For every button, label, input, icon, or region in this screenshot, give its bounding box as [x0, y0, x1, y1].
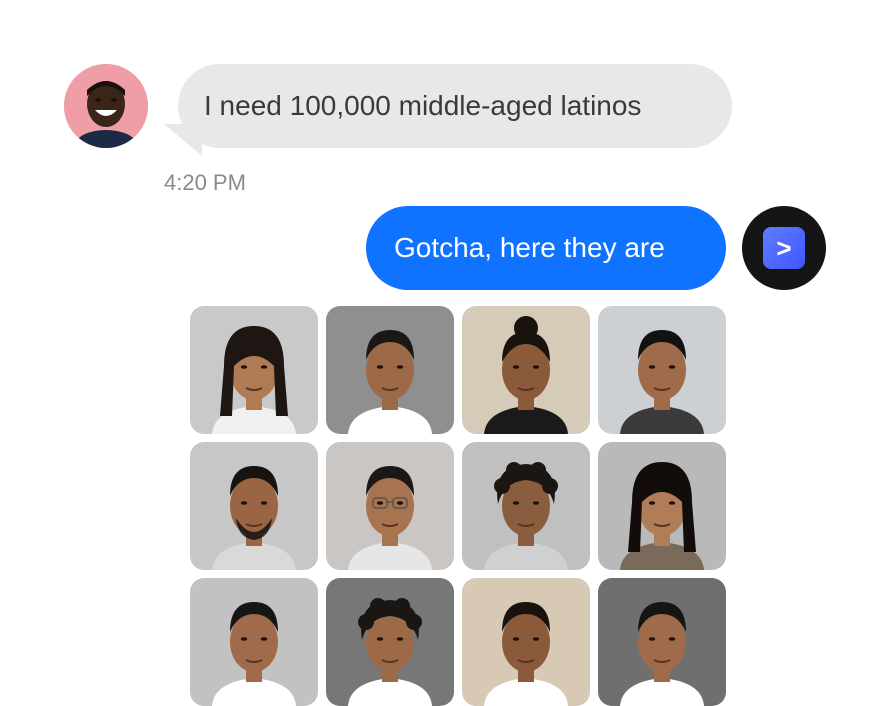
face-image	[326, 578, 454, 706]
face-thumbnail[interactable]	[598, 442, 726, 570]
message-timestamp: 4:20 PM	[164, 170, 246, 195]
face-image	[190, 306, 318, 434]
face-thumbnail[interactable]	[462, 306, 590, 434]
face-thumbnail[interactable]	[190, 442, 318, 570]
face-image	[326, 442, 454, 570]
face-image	[462, 578, 590, 706]
incoming-message-bubble[interactable]: I need 100,000 middle-aged latinos	[178, 64, 732, 148]
face-thumbnail[interactable]	[326, 306, 454, 434]
face-thumbnail[interactable]	[190, 306, 318, 434]
incoming-message-text: I need 100,000 middle-aged latinos	[204, 90, 642, 121]
face-image	[326, 306, 454, 434]
bot-avatar[interactable]: >	[742, 206, 826, 290]
face-thumbnail[interactable]	[326, 442, 454, 570]
face-image	[598, 306, 726, 434]
face-thumbnail[interactable]	[326, 578, 454, 706]
face-thumbnail[interactable]	[598, 578, 726, 706]
terminal-prompt-icon: >	[763, 227, 805, 269]
face-thumbnail[interactable]	[190, 578, 318, 706]
outgoing-message-bubble[interactable]: Gotcha, here they are	[366, 206, 726, 290]
face-image	[598, 578, 726, 706]
face-thumbnail[interactable]	[462, 578, 590, 706]
smiling-person-avatar	[64, 64, 148, 148]
face-thumbnail[interactable]	[598, 306, 726, 434]
outgoing-message-text: Gotcha, here they are	[394, 232, 665, 263]
face-thumbnail[interactable]	[462, 442, 590, 570]
sender-avatar[interactable]	[64, 64, 148, 148]
face-image	[462, 306, 590, 434]
face-image	[190, 442, 318, 570]
face-image	[462, 442, 590, 570]
face-image	[598, 442, 726, 570]
face-image	[190, 578, 318, 706]
generated-faces-grid	[190, 306, 726, 706]
